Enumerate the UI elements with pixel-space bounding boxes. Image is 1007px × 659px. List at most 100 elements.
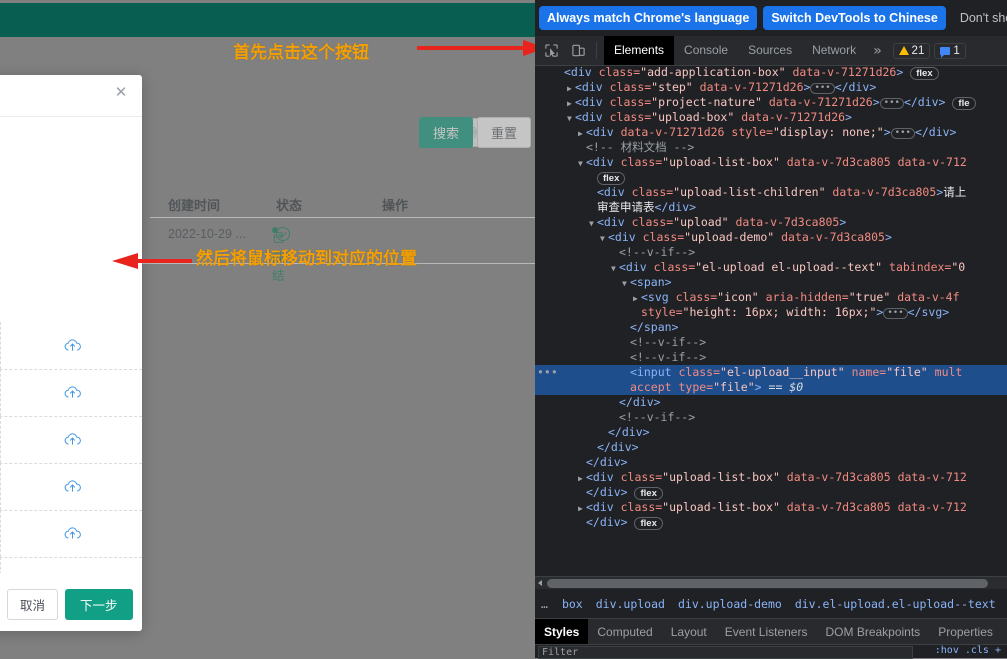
dont-show-again-button[interactable]: Don't show again — [952, 6, 1007, 30]
breadcrumb-overflow[interactable]: … — [541, 597, 549, 611]
upload-row[interactable] — [0, 369, 142, 417]
tab-console[interactable]: Console — [674, 36, 738, 65]
dom-tree-line[interactable]: </span> — [535, 320, 1007, 335]
warning-count-badge[interactable]: 21 — [892, 42, 931, 59]
dom-tree-line[interactable]: style="height: 16px; width: 16px;"> ••• </… — [535, 305, 1007, 320]
site-header-bar — [0, 3, 535, 37]
devtools-toolbar: Elements Console Sources Network » 21 1 — [535, 36, 1007, 66]
tab-layout[interactable]: Layout — [662, 619, 716, 645]
dom-tree-horizontal-scrollbar[interactable] — [535, 576, 1007, 590]
upload-cell[interactable] — [0, 369, 142, 416]
check-circle-icon — [276, 227, 290, 241]
dom-tree-line[interactable]: ▼ <div class="upload-demo" data-v-7d3ca80… — [535, 230, 1007, 245]
dom-tree-line[interactable]: ▼ <div class="upload" data-v-7d3ca805> — [535, 215, 1007, 230]
dom-tree-line[interactable]: </div> — [535, 440, 1007, 455]
breadcrumb-item-div-el-upload[interactable]: div.el-upload.el-upload--text — [795, 597, 996, 611]
dom-tree-line[interactable]: flex — [535, 170, 1007, 185]
always-match-language-button[interactable]: Always match Chrome's language — [539, 6, 758, 30]
upload-cell[interactable] — [0, 510, 142, 557]
upload-row[interactable] — [0, 322, 142, 370]
upload-cell[interactable] — [0, 322, 142, 369]
next-step-button[interactable]: 下一步 — [65, 589, 133, 620]
upload-row[interactable] — [0, 510, 142, 558]
inspect-element-icon[interactable] — [540, 40, 562, 62]
more-tabs-chevron-icon[interactable]: » — [866, 43, 888, 59]
dom-tree-line[interactable]: ▼ <div class="upload-box" data-v-71271d26… — [535, 110, 1007, 125]
dom-tree-line[interactable]: 审查申请表</div> — [535, 200, 1007, 215]
devtools-panel: Always match Chrome's language Switch De… — [535, 0, 1007, 659]
upload-row[interactable] — [0, 463, 142, 511]
disclosure-triangle-icon[interactable]: ▶ — [633, 291, 641, 306]
modal-footer: 取消 下一步 — [0, 573, 142, 631]
disclosure-triangle-icon[interactable]: ▶ — [567, 81, 575, 96]
disclosure-triangle-icon[interactable]: ▼ — [567, 111, 575, 126]
tab-event-listeners[interactable]: Event Listeners — [716, 619, 817, 645]
styles-filter-input[interactable]: Filter — [538, 646, 913, 659]
tab-sources[interactable]: Sources — [738, 36, 802, 65]
reset-button[interactable]: 重置 — [477, 117, 532, 148]
styles-pseudo-toggles[interactable]: :hov .cls + — [935, 645, 1001, 656]
styles-pane-tabbar: Styles Computed Layout Event Listeners D… — [535, 618, 1007, 645]
breadcrumb-item-div-upload-demo[interactable]: div.upload-demo — [678, 597, 782, 611]
annotation-arrow-to-inspect-button — [417, 40, 535, 56]
devtools-language-infobar: Always match Chrome's language Switch De… — [535, 0, 1007, 36]
tab-network[interactable]: Network — [802, 36, 866, 65]
close-icon[interactable]: ✕ — [112, 84, 130, 102]
disclosure-triangle-icon[interactable]: ▶ — [578, 126, 586, 141]
dom-tree-line[interactable]: </div> — [535, 425, 1007, 440]
disclosure-triangle-icon[interactable]: ▼ — [611, 261, 619, 276]
breadcrumb-item-box[interactable]: box — [562, 597, 583, 611]
dom-tree-line[interactable]: </div> flex — [535, 515, 1007, 530]
dom-tree-line[interactable]: <!--v-if--> — [535, 410, 1007, 425]
dom-tree-line[interactable]: <!-- 材料文档 --> — [535, 140, 1007, 155]
annotation-text-move-mouse: 然后将鼠标移动到对应的位置 — [196, 249, 417, 268]
cancel-button[interactable]: 取消 — [7, 589, 59, 620]
dom-tree-line[interactable]: ▶ <svg class="icon" aria-hidden="true" da… — [535, 290, 1007, 305]
dom-tree-line[interactable]: <div class="add-application-box" data-v-… — [535, 65, 1007, 80]
dom-tree-line[interactable]: ▼ <div class="upload-list-box" data-v-7d3… — [535, 155, 1007, 170]
dom-tree-line[interactable]: ▼ <div class="el-upload el-upload--text" … — [535, 260, 1007, 275]
dom-tree-line[interactable]: ▶ <div class="project-nature" data-v-7127… — [535, 95, 1007, 110]
disclosure-triangle-icon[interactable]: ▶ — [567, 96, 575, 111]
disclosure-triangle-icon[interactable]: ▼ — [589, 216, 597, 231]
dom-tree-line[interactable]: ▶ <div class="upload-list-box" data-v-7d3… — [535, 470, 1007, 485]
disclosure-triangle-icon[interactable]: ▼ — [578, 156, 586, 171]
disclosure-triangle-icon[interactable]: ▼ — [600, 231, 608, 246]
upload-cell[interactable] — [0, 463, 142, 510]
message-count-badge[interactable]: 1 — [934, 42, 966, 59]
disclosure-triangle-icon[interactable]: ▶ — [578, 501, 586, 516]
dom-tree-line[interactable]: <!--v-if--> — [535, 245, 1007, 260]
tab-elements[interactable]: Elements — [604, 36, 675, 65]
scroll-left-arrow-icon[interactable] — [538, 580, 542, 586]
cloud-upload-icon — [64, 480, 81, 492]
search-button[interactable]: 搜索 — [419, 117, 474, 148]
upload-row[interactable] — [0, 416, 142, 464]
breadcrumb-item-div-upload[interactable]: div.upload — [596, 597, 665, 611]
breadcrumb[interactable]: … box div.upload div.upload-demo div.el-… — [535, 589, 1007, 618]
dom-tree-line[interactable]: <!--v-if--> — [535, 350, 1007, 365]
dom-tree-line[interactable]: <div class="upload-list-children" data-v… — [535, 185, 1007, 200]
dom-tree-view[interactable]: <div class="add-application-box" data-v-… — [535, 65, 1007, 576]
dom-tree-line[interactable]: ▶ <div class="step" data-v-71271d26> ••• </… — [535, 80, 1007, 95]
dom-tree-line[interactable]: </div> — [535, 395, 1007, 410]
dom-tree-line-selected[interactable]: ••• <input class="el-upload__input" name=… — [535, 365, 1007, 380]
dom-tree-line[interactable]: <!--v-if--> — [535, 335, 1007, 350]
dom-tree-line[interactable]: ▶ <div data-v-71271d26 style="display: no… — [535, 125, 1007, 140]
tab-computed[interactable]: Computed — [588, 619, 661, 645]
disclosure-triangle-icon[interactable]: ▶ — [578, 471, 586, 486]
cloud-upload-icon — [64, 527, 81, 539]
scrollbar-thumb[interactable] — [547, 579, 988, 588]
dom-tree-line[interactable]: ▶ <div class="upload-list-box" data-v-7d3… — [535, 500, 1007, 515]
tab-properties[interactable]: Properties — [929, 619, 1002, 645]
dom-tree-line-selected[interactable]: accept type="file"> == $0 — [535, 380, 1007, 395]
disclosure-triangle-icon[interactable]: ▼ — [622, 276, 630, 291]
dom-tree-line[interactable]: </div> — [535, 455, 1007, 470]
annotation-arrow-to-upload-icon — [112, 253, 192, 269]
upload-cell[interactable] — [0, 416, 142, 463]
switch-devtools-language-button[interactable]: Switch DevTools to Chinese — [763, 6, 946, 30]
dom-tree-line[interactable]: ▼ <span> — [535, 275, 1007, 290]
dom-tree-line[interactable]: </div> flex — [535, 485, 1007, 500]
tab-dom-breakpoints[interactable]: DOM Breakpoints — [816, 619, 929, 645]
tab-styles[interactable]: Styles — [535, 619, 589, 645]
device-toolbar-icon[interactable] — [567, 40, 589, 62]
